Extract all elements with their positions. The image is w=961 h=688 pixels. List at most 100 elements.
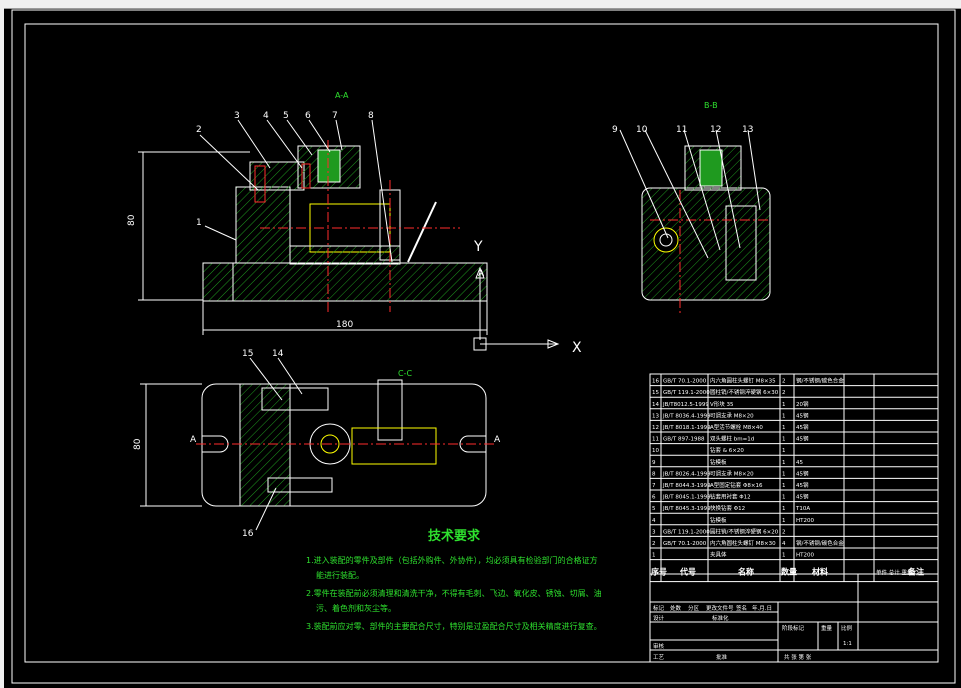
bom-cell: 1 <box>652 553 656 559</box>
tb-process: 工艺 <box>653 654 665 661</box>
bom-cell: 圆柱销/不锈钢淬硬钢 6×30 <box>710 388 779 396</box>
balloon-1: 1 <box>196 218 202 228</box>
ucs-icon[interactable]: Y X <box>473 239 582 356</box>
dim-height: 80 <box>127 214 137 226</box>
bom-cell: V形块 35 <box>710 400 734 408</box>
inner-border <box>24 23 939 663</box>
base-plate <box>202 262 488 302</box>
bom-cell: 45钢 <box>796 435 809 443</box>
bom-cell: 1 <box>782 402 786 408</box>
bom-cell: 11 <box>652 437 659 443</box>
bom-cell: 可调支承 M8×20 <box>710 411 754 419</box>
bom-header-material: 材料 <box>812 567 828 577</box>
tb-change: 更改文件号 <box>706 604 734 612</box>
tb-count: 处数 <box>670 604 682 612</box>
bom-cell: JB/T 8044.3-1999 <box>662 483 711 489</box>
bom-cell: 12 <box>652 425 659 431</box>
bom-cell: 钻模板 <box>710 458 727 466</box>
section-label-cc: C-C <box>398 369 412 378</box>
bom-header-seq: 序号 <box>651 567 667 577</box>
balloon-14: 14 <box>272 349 284 359</box>
balloon-13: 13 <box>742 125 753 135</box>
bom-cell: 钻模板 <box>710 516 727 524</box>
tb-standard: 标准化 <box>712 614 729 622</box>
balloon-5: 5 <box>283 111 289 121</box>
tb-approve: 批准 <box>716 653 728 661</box>
title-block: 标记 处数 分区 更改文件号 签名 年.月.日 设计 标准化 阶段标记 重量 比… <box>649 573 939 663</box>
balloon-16: 16 <box>242 529 254 539</box>
bom-cell: 4 <box>782 541 786 547</box>
bom-cell: 10 <box>652 448 659 454</box>
dim-width: 180 <box>336 320 353 330</box>
tb-design: 设计 <box>653 614 665 622</box>
bom-cell: JB/T 8018.1-1999 <box>662 425 711 431</box>
bom-cell: 2 <box>782 379 786 385</box>
bom-cell: 1 <box>782 425 786 431</box>
bom-cell: 14 <box>652 402 659 408</box>
balloon-9: 9 <box>612 125 618 135</box>
balloon-8: 8 <box>368 111 374 121</box>
bom-cell: 1 <box>782 413 786 419</box>
tb-weight: 重量 <box>821 624 833 632</box>
v-block <box>289 245 401 265</box>
drawing-sheet: 80 180 A-A A 1 2 3 4 5 6 7 8 Y X B-B 9 1… <box>11 9 956 684</box>
bom-cell: T10A <box>795 506 810 512</box>
bom-cell: 45钢 <box>796 493 809 501</box>
tb-stage: 阶段标记 <box>782 624 805 632</box>
bom-cell: 9 <box>652 460 656 466</box>
bom-cell: 可调支承 M8×20 <box>710 469 754 477</box>
top-view: 80 C-C A A 15 14 16 <box>133 349 501 539</box>
bom-cell: 钢/不锈钢/碳色合金 <box>796 377 844 385</box>
side-bushing <box>699 149 723 187</box>
title-block-frame <box>649 573 939 663</box>
bom-cell: HT200 <box>796 518 814 524</box>
bom-cell: 45 <box>796 460 803 466</box>
bom-cell: 1 <box>782 460 786 466</box>
bom-cell: 1 <box>782 518 786 524</box>
bom-cell: 3 <box>652 529 656 535</box>
bom-header-name: 名称 <box>738 567 754 577</box>
bom-header-qty: 数量 <box>781 567 797 577</box>
section-label-bb: B-B <box>704 101 718 110</box>
dim-height2: 80 <box>133 438 143 450</box>
bom-cell: 快换钻套 Φ12 <box>710 504 745 512</box>
bom-cell: 7 <box>652 483 656 489</box>
ucs-y-label: Y <box>473 239 483 255</box>
bom-cell: A型活节螺栓 M8×40 <box>710 423 763 431</box>
tech-title: 技术要求 <box>428 528 481 544</box>
tb-mark: 标记 <box>653 604 665 612</box>
tb-scale-value: 1:1 <box>843 641 852 647</box>
bom-cell: A型固定钻套 Φ8×16 <box>710 481 763 489</box>
side-view: B-B 9 10 11 12 13 <box>612 101 771 316</box>
front-view: 80 180 A-A A 1 2 3 4 5 6 7 8 <box>127 91 488 335</box>
bom-cell: 2 <box>782 390 786 396</box>
bom-cell: 15 <box>652 390 659 396</box>
bom-cell: 6 <box>652 495 656 501</box>
leader-4 <box>266 119 303 169</box>
bom-cell: 8 <box>652 471 656 477</box>
clamp-bolt <box>407 201 437 263</box>
tb-zone: 分区 <box>688 604 700 612</box>
bom-cell: 2 <box>782 529 786 535</box>
bom-cell: GB/T 70.1-2000 <box>663 541 707 547</box>
tech-line-3: 2.零件在装配前必须清理和清洗干净，不得有毛刺、飞边、氧化皮、锈蚀、切屑、油 <box>306 588 602 598</box>
bom-cell: GB/T 119.1-2000 <box>663 390 710 396</box>
bom-header-code: 代号 <box>679 567 696 577</box>
bom-cell: JB/T 8036.4-1999 <box>662 413 711 419</box>
bom-cell: 内六角圆柱头螺钉 M8×30 <box>710 539 776 547</box>
bom-cell: JB/T 8045.3-1999 <box>662 506 711 512</box>
leader-3 <box>237 119 271 169</box>
bom-header-remark: 备注 <box>907 567 924 577</box>
tb-sign: 签名 <box>736 604 747 612</box>
bom-cell: 1 <box>782 483 786 489</box>
tb-scale: 比例 <box>841 624 853 632</box>
bom-cell: 45钢 <box>796 481 809 489</box>
tech-line-4: 污、着色剂和灰尘等。 <box>316 603 396 613</box>
tech-line-1: 1.进入装配的零件及部件（包括外购件、外协件），均必须具有检验部门的合格证方 <box>306 555 598 565</box>
bom-cell: 1 <box>782 448 786 454</box>
tb-sheets: 共 张 第 张 <box>784 653 812 661</box>
bom-cell: JB/T 8026.4-1999 <box>662 471 711 477</box>
bom-cell: 4 <box>652 518 656 524</box>
balloon-12: 12 <box>710 125 721 135</box>
bom-cell: 内六角圆柱头螺钉 M8×35 <box>710 377 776 385</box>
